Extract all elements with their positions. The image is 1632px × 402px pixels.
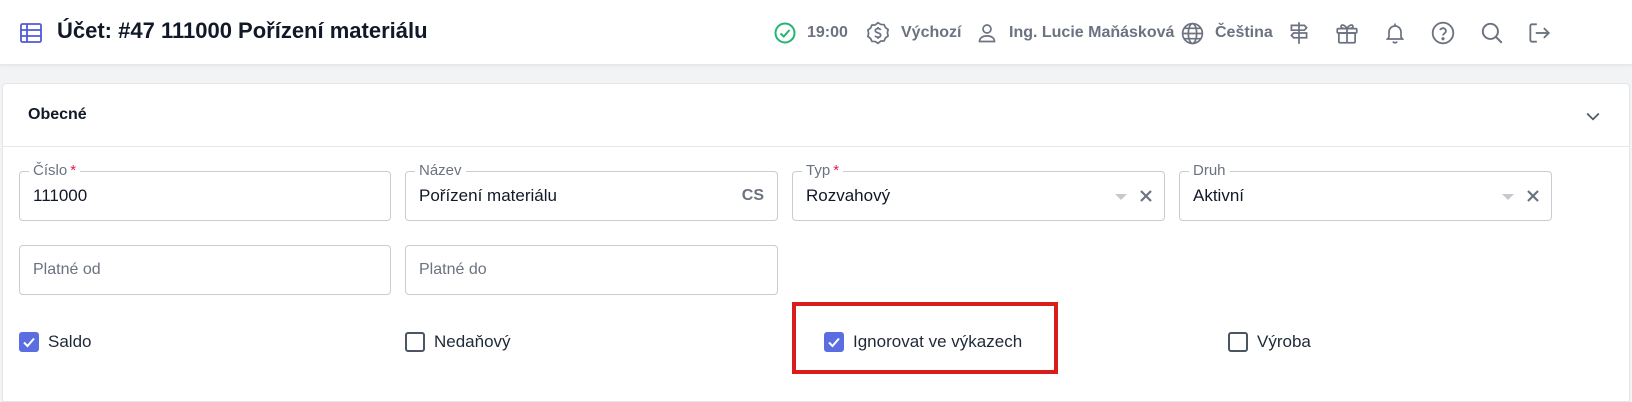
currency-selector[interactable]: Výchozí [865, 18, 961, 48]
dropdown-caret-icon[interactable] [1115, 194, 1127, 200]
section-title: Obecné [28, 106, 87, 123]
roadmap-button[interactable] [1286, 18, 1312, 48]
druh-label: Druh [1189, 162, 1230, 180]
notifications-button[interactable] [1383, 18, 1407, 48]
cislo-value: 111000 [33, 186, 88, 205]
language-toggle[interactable]: CS [742, 187, 764, 205]
help-button[interactable] [1430, 18, 1456, 48]
checkbox-box[interactable] [405, 332, 425, 352]
currency-icon [866, 21, 890, 45]
nedanovy-checkbox[interactable]: Nedaňový [405, 331, 511, 353]
typ-select[interactable]: Typ * Rozvahový [792, 162, 1165, 221]
saldo-checkbox[interactable]: Saldo [19, 331, 91, 353]
checkmark-icon [23, 337, 35, 348]
nazev-label: Název [415, 162, 466, 180]
page-title: Účet: #47 111000 Pořízení materiálu [57, 18, 428, 43]
bell-icon [1385, 23, 1405, 44]
platne-do-field[interactable]: Platné do [405, 245, 778, 295]
search-icon [1481, 22, 1503, 44]
nedanovy-label: Nedaňový [434, 332, 511, 351]
section-header[interactable]: Obecné [3, 84, 1629, 147]
druh-value: Aktivní [1193, 186, 1245, 205]
druh-select[interactable]: Druh Aktivní [1179, 162, 1552, 221]
top-bar: Účet: #47 111000 Pořízení materiálu 19:0… [0, 0, 1632, 65]
search-button[interactable] [1479, 18, 1505, 48]
cislo-label: Číslo * [29, 162, 81, 180]
dropdown-caret-icon[interactable] [1502, 194, 1514, 200]
typ-label: Typ * [802, 162, 844, 180]
user-menu[interactable]: Ing. Lucie Maňásková [975, 18, 1174, 48]
logout-button[interactable] [1526, 18, 1552, 48]
gift-icon [1336, 24, 1358, 44]
checkbox-box[interactable] [19, 332, 39, 352]
help-icon [1431, 21, 1455, 45]
saldo-label: Saldo [48, 332, 92, 351]
signpost-icon [1290, 22, 1308, 44]
platne-do-placeholder: Platné do [419, 261, 487, 278]
status-time: 19:00 [807, 24, 848, 41]
required-marker: * [70, 162, 77, 179]
user-name: Ing. Lucie Maňásková [1009, 24, 1175, 41]
platne-od-placeholder: Platné od [33, 261, 101, 278]
highlight-box [792, 302, 1058, 374]
vyroba-label: Výroba [1257, 332, 1311, 351]
gift-button[interactable] [1334, 18, 1360, 48]
vyroba-checkbox[interactable]: Výroba [1228, 331, 1311, 353]
language-label: Čeština [1215, 24, 1273, 41]
status-indicator[interactable]: 19:00 [773, 18, 848, 48]
currency-label: Výchozí [901, 24, 962, 41]
typ-value: Rozvahový [806, 186, 891, 205]
table-icon [20, 23, 42, 43]
clear-icon[interactable] [1136, 186, 1156, 206]
logout-icon [1529, 23, 1551, 43]
clear-icon[interactable] [1523, 186, 1543, 206]
required-marker: * [833, 162, 840, 179]
chevron-down-icon[interactable] [1583, 106, 1603, 126]
platne-od-field[interactable]: Platné od [19, 245, 391, 295]
nazev-value: Pořízení materiálu [419, 186, 557, 205]
checkbox-box[interactable] [1228, 332, 1248, 352]
user-icon [978, 24, 996, 43]
cislo-field[interactable]: Číslo * 111000 [19, 162, 391, 221]
language-selector[interactable]: Čeština [1180, 18, 1273, 48]
nazev-field[interactable]: Název Pořízení materiálu CS [405, 162, 778, 221]
globe-icon [1181, 22, 1204, 44]
check-circle-icon [774, 22, 796, 44]
